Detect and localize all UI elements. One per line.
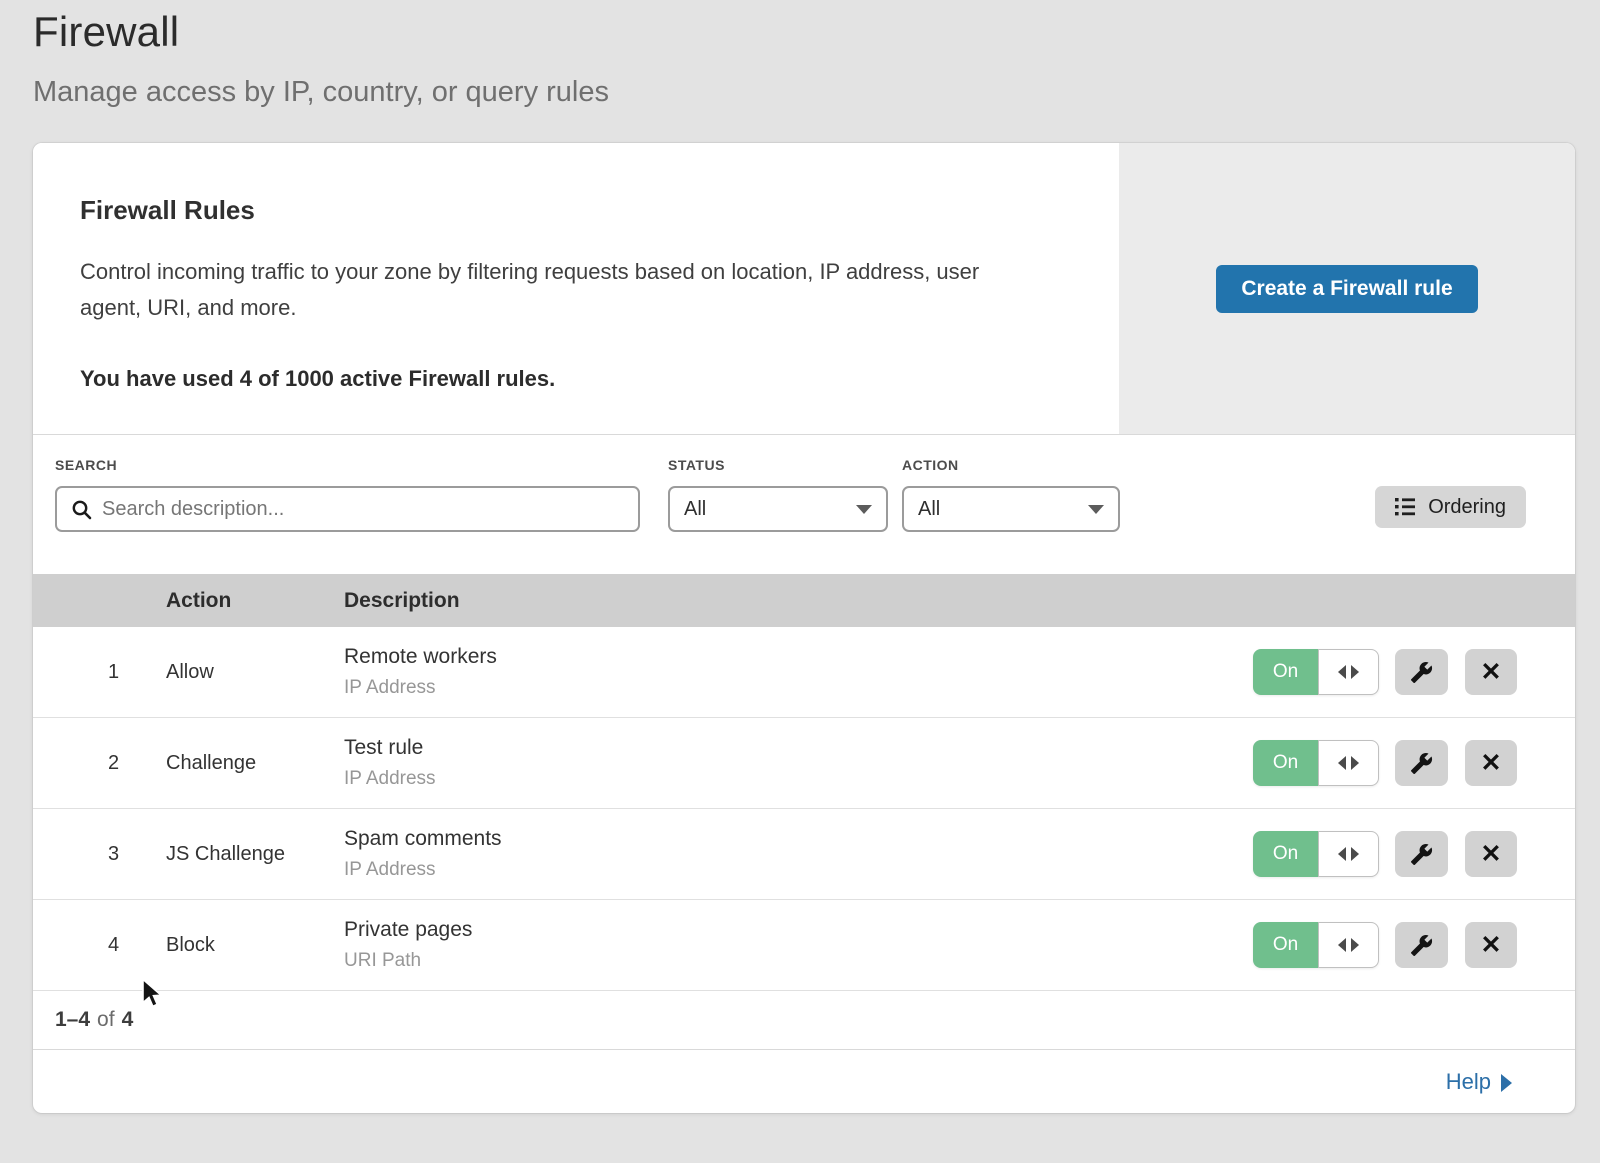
create-firewall-rule-button[interactable]: Create a Firewall rule xyxy=(1216,265,1477,313)
search-filter-group: SEARCH xyxy=(55,457,640,532)
edit-rule-button[interactable] xyxy=(1395,831,1448,877)
column-description: Description xyxy=(344,589,1253,613)
rule-description-cell: Test rule IP Address xyxy=(344,736,1253,790)
search-icon xyxy=(71,499,92,520)
ordered-list-icon xyxy=(1395,497,1417,517)
edit-rule-button[interactable] xyxy=(1395,922,1448,968)
rule-description: Spam comments xyxy=(344,827,1253,851)
rule-action: Allow xyxy=(166,661,344,684)
rule-enabled-toggle[interactable]: On xyxy=(1253,831,1379,877)
rule-action: Challenge xyxy=(166,752,344,775)
delete-rule-button[interactable]: ✕ xyxy=(1465,740,1517,786)
search-label: SEARCH xyxy=(55,457,640,473)
rule-controls: On ✕ xyxy=(1253,740,1575,786)
status-select[interactable]: All xyxy=(668,486,888,532)
pagination-of-label: of xyxy=(97,1008,115,1032)
table-header: Action Description xyxy=(33,574,1575,627)
pagination-range: 1–4 xyxy=(55,1008,90,1032)
rule-number: 4 xyxy=(33,934,166,957)
arrow-right-icon xyxy=(1501,1074,1512,1092)
rule-number: 1 xyxy=(33,661,166,684)
edit-rule-button[interactable] xyxy=(1395,740,1448,786)
chevron-down-icon xyxy=(1088,505,1104,514)
close-icon: ✕ xyxy=(1481,930,1502,960)
card-footer: Help xyxy=(33,1050,1575,1113)
left-right-arrows-icon xyxy=(1318,831,1379,877)
action-label: ACTION xyxy=(902,457,1120,473)
rule-description: Remote workers xyxy=(344,645,1253,669)
toggle-on-label: On xyxy=(1253,740,1318,786)
wrench-icon xyxy=(1410,661,1433,684)
rule-description-cell: Remote workers IP Address xyxy=(344,645,1253,699)
action-filter-group: ACTION All xyxy=(902,457,1120,532)
section-heading: Firewall Rules xyxy=(80,195,1079,226)
left-right-arrows-icon xyxy=(1318,649,1379,695)
rule-number: 2 xyxy=(33,752,166,775)
page-header: Firewall Manage access by IP, country, o… xyxy=(33,8,609,109)
action-select[interactable]: All xyxy=(902,486,1120,532)
rule-action: Block xyxy=(166,934,344,957)
rule-enabled-toggle[interactable]: On xyxy=(1253,922,1379,968)
close-icon: ✕ xyxy=(1481,839,1502,869)
pagination-total: 4 xyxy=(122,1008,134,1032)
help-link[interactable]: Help xyxy=(1446,1069,1512,1095)
rule-match-type: IP Address xyxy=(344,768,1253,790)
search-field-wrap xyxy=(55,486,640,532)
table-row: 4 Block Private pages URI Path On ✕ xyxy=(33,900,1575,991)
rule-match-type: URI Path xyxy=(344,950,1253,972)
table-row: 1 Allow Remote workers IP Address On ✕ xyxy=(33,627,1575,718)
rule-description: Private pages xyxy=(344,918,1253,942)
wrench-icon xyxy=(1410,934,1433,957)
delete-rule-button[interactable]: ✕ xyxy=(1465,922,1517,968)
toggle-on-label: On xyxy=(1253,831,1318,877)
status-selected-value: All xyxy=(684,498,706,521)
help-link-label: Help xyxy=(1446,1069,1491,1095)
page-subtitle: Manage access by IP, country, or query r… xyxy=(33,76,609,109)
create-rule-panel: Create a Firewall rule xyxy=(1119,143,1575,434)
overview-text-block: Firewall Rules Control incoming traffic … xyxy=(33,143,1119,434)
toggle-on-label: On xyxy=(1253,649,1318,695)
section-description: Control incoming traffic to your zone by… xyxy=(80,254,1040,326)
rule-description: Test rule xyxy=(344,736,1253,760)
rule-controls: On ✕ xyxy=(1253,649,1575,695)
rule-match-type: IP Address xyxy=(344,677,1253,699)
rule-number: 3 xyxy=(33,843,166,866)
wrench-icon xyxy=(1410,843,1433,866)
close-icon: ✕ xyxy=(1481,657,1502,687)
overview-section: Firewall Rules Control incoming traffic … xyxy=(33,143,1575,435)
usage-summary: You have used 4 of 1000 active Firewall … xyxy=(80,366,1079,392)
filters-bar: SEARCH STATUS All ACTION All xyxy=(33,435,1575,574)
ordering-button-label: Ordering xyxy=(1428,496,1506,519)
edit-rule-button[interactable] xyxy=(1395,649,1448,695)
chevron-down-icon xyxy=(856,505,872,514)
delete-rule-button[interactable]: ✕ xyxy=(1465,831,1517,877)
search-input[interactable] xyxy=(102,498,624,521)
status-filter-group: STATUS All xyxy=(668,457,888,532)
table-row: 2 Challenge Test rule IP Address On ✕ xyxy=(33,718,1575,809)
wrench-icon xyxy=(1410,752,1433,775)
rule-controls: On ✕ xyxy=(1253,831,1575,877)
left-right-arrows-icon xyxy=(1318,740,1379,786)
rule-enabled-toggle[interactable]: On xyxy=(1253,740,1379,786)
firewall-rules-card: Firewall Rules Control incoming traffic … xyxy=(33,143,1575,1113)
column-action: Action xyxy=(166,589,344,613)
rule-enabled-toggle[interactable]: On xyxy=(1253,649,1379,695)
delete-rule-button[interactable]: ✕ xyxy=(1465,649,1517,695)
close-icon: ✕ xyxy=(1481,748,1502,778)
action-selected-value: All xyxy=(918,498,940,521)
ordering-button[interactable]: Ordering xyxy=(1375,486,1526,528)
rule-description-cell: Private pages URI Path xyxy=(344,918,1253,972)
left-right-arrows-icon xyxy=(1318,922,1379,968)
rule-action: JS Challenge xyxy=(166,843,344,866)
rule-controls: On ✕ xyxy=(1253,922,1575,968)
page-title: Firewall xyxy=(33,8,609,56)
rule-description-cell: Spam comments IP Address xyxy=(344,827,1253,881)
status-label: STATUS xyxy=(668,457,888,473)
pagination-bar: 1–4 of 4 xyxy=(33,991,1575,1050)
table-row: 3 JS Challenge Spam comments IP Address … xyxy=(33,809,1575,900)
rule-match-type: IP Address xyxy=(344,859,1253,881)
toggle-on-label: On xyxy=(1253,922,1318,968)
